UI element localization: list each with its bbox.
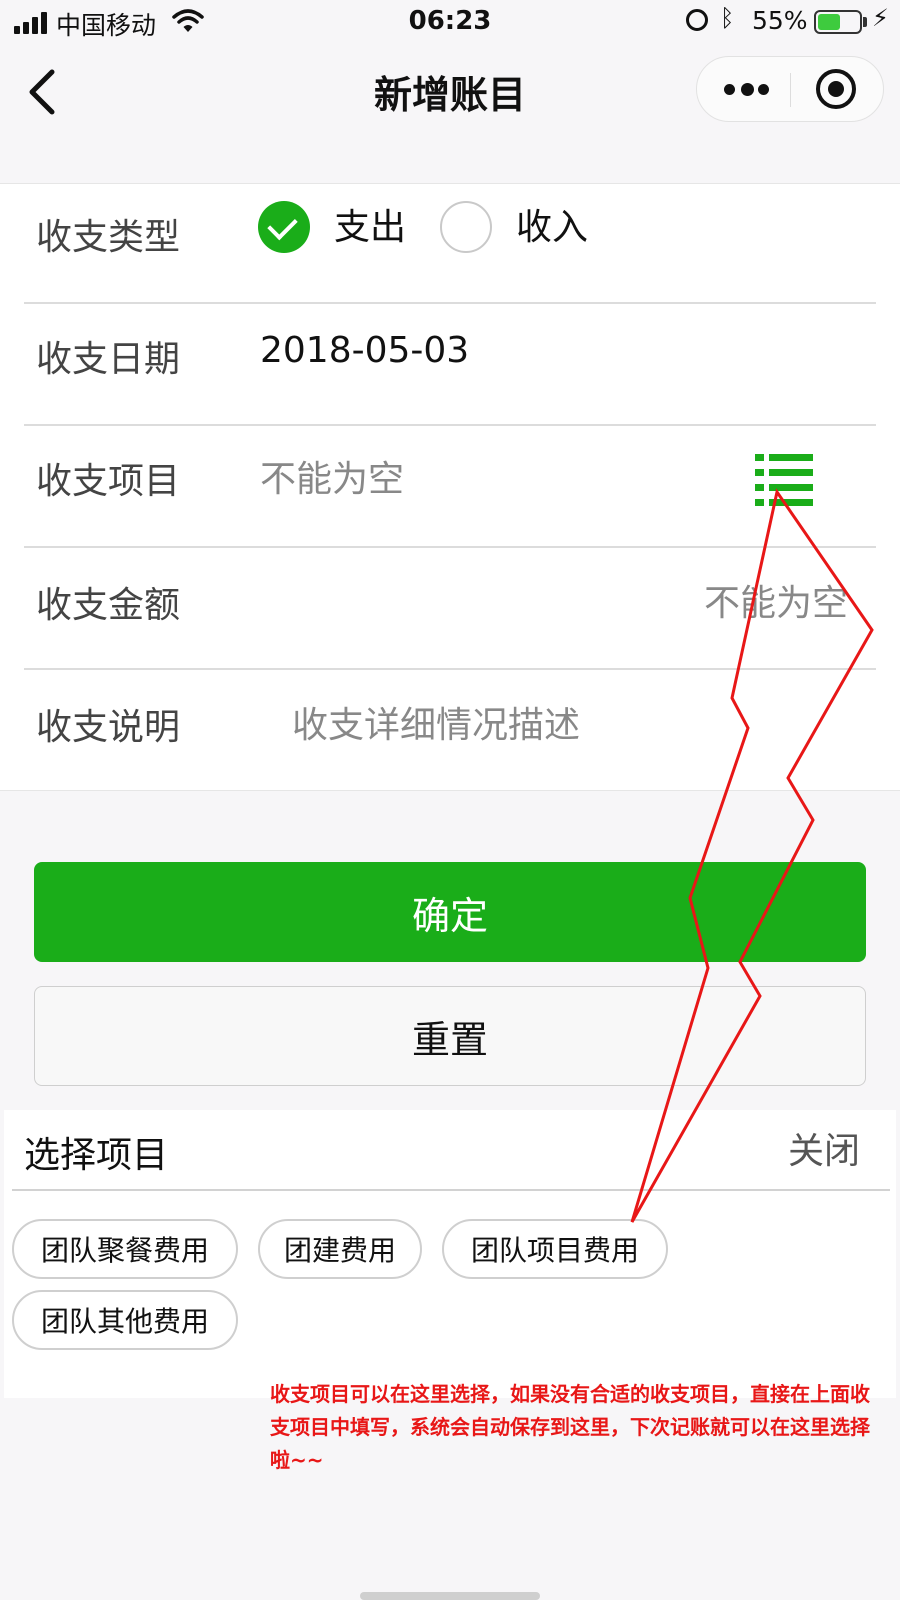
picker-divider	[12, 1189, 890, 1191]
row-divider	[24, 668, 876, 670]
item-label: 收支项目	[36, 461, 181, 502]
chip-item[interactable]: 团队其他费用	[12, 1290, 238, 1350]
capsule-divider	[790, 73, 791, 107]
item-input[interactable]: 不能为空	[260, 450, 404, 502]
description-input[interactable]: 收支详细情况描述	[292, 696, 580, 748]
bluetooth-icon: ᛒ	[720, 4, 735, 32]
annotation-text: 收支项目可以在这里选择，如果没有合适的收支项目，直接在上面收支项目中填写，系统会…	[270, 1382, 870, 1472]
radio-expense[interactable]	[258, 201, 310, 253]
chip-item[interactable]: 团队项目费用	[442, 1219, 668, 1279]
rotation-lock-icon	[686, 9, 708, 31]
row-divider	[24, 546, 876, 548]
radio-income[interactable]	[440, 201, 492, 253]
battery-icon	[814, 10, 862, 34]
home-indicator	[360, 1592, 540, 1600]
row-divider	[24, 424, 876, 426]
chip-item[interactable]: 团建费用	[258, 1219, 422, 1279]
picker-title: 选择项目	[24, 1135, 169, 1176]
radio-income-label[interactable]: 收入	[516, 198, 588, 250]
picker-close-button[interactable]: 关闭	[788, 1122, 860, 1174]
row-divider	[24, 302, 876, 304]
confirm-button[interactable]: 确定	[34, 862, 866, 962]
reset-button[interactable]: 重置	[34, 986, 866, 1086]
amount-input[interactable]: 不能为空	[704, 574, 848, 626]
amount-label: 收支金额	[36, 585, 181, 626]
date-picker[interactable]: 2018-05-03	[260, 330, 469, 371]
date-label: 收支日期	[36, 339, 181, 380]
radio-expense-label[interactable]: 支出	[334, 198, 406, 250]
type-label: 收支类型	[36, 217, 181, 258]
battery-percent: 55%	[752, 6, 808, 35]
battery-tip	[863, 17, 867, 27]
chip-item[interactable]: 团队聚餐费用	[12, 1219, 238, 1279]
target-close-icon[interactable]	[816, 69, 856, 109]
charging-icon: ⚡	[872, 4, 889, 32]
status-bar: 中国移动 06:23 ᛒ 55% ⚡	[0, 0, 900, 46]
description-label: 收支说明	[36, 707, 181, 748]
more-dots-icon[interactable]	[724, 83, 770, 96]
list-icon[interactable]	[755, 452, 813, 510]
